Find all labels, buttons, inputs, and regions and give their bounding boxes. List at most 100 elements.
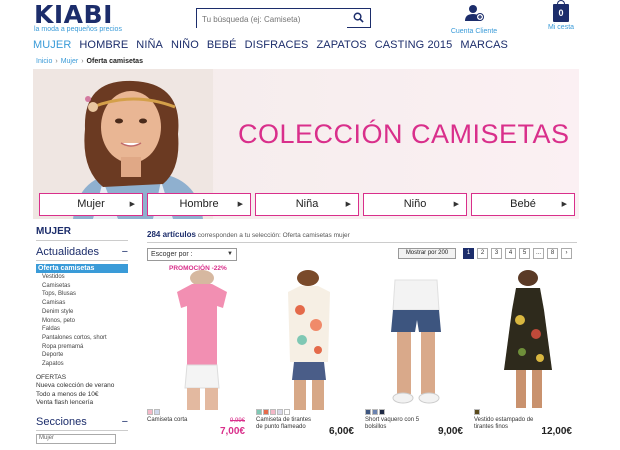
breadcrumb-separator: ›	[55, 58, 58, 65]
play-arrow-icon: ▶	[453, 201, 459, 208]
logo-text: KIABI	[34, 0, 113, 29]
product-price: 7,00€	[219, 426, 245, 437]
account-link[interactable]: Cuenta Cliente	[446, 4, 502, 35]
banner-button-nino[interactable]: Niño ▶	[363, 193, 467, 216]
pagination: 1 2 3 4 5 ... 8 ›	[463, 248, 572, 259]
sidebar-item-active[interactable]: Oferta camisetas	[36, 264, 128, 273]
page-ellipsis: ...	[533, 248, 544, 259]
sidebar-section-label: Actualidades	[36, 246, 99, 258]
search-input[interactable]	[197, 11, 347, 28]
sidebar-item[interactable]: Camisas	[36, 299, 128, 308]
sidebar-item[interactable]: Faldas	[36, 325, 128, 334]
banner-button-nina[interactable]: Niña ▶	[255, 193, 359, 216]
page-button[interactable]: 3	[491, 248, 502, 259]
account-label: Cuenta Cliente	[450, 28, 498, 35]
search-icon[interactable]	[353, 12, 364, 23]
nav-item-mujer[interactable]: MUJER	[33, 39, 71, 51]
product-card[interactable]: PROMOCIÓN -22% Camiseta corta 9,99€ 7,00…	[147, 265, 247, 446]
sidebar-section-actualidades[interactable]: Actualidades −	[36, 246, 128, 261]
banner-button-bebe[interactable]: Bebé ▶	[471, 193, 575, 216]
chevron-down-icon: ▼	[227, 251, 233, 257]
sidebar-item[interactable]: Pantalones cortos, short	[36, 334, 128, 343]
color-swatch[interactable]	[154, 409, 160, 415]
banner-button-label: Bebé	[510, 198, 536, 210]
cart-link[interactable]: 0 Mi cesta	[543, 0, 579, 31]
breadcrumb-home[interactable]: Inicio	[36, 58, 52, 65]
page-button[interactable]: 1	[463, 248, 474, 259]
nav-item-bebe[interactable]: BEBÉ	[207, 39, 237, 51]
breadcrumb-mujer[interactable]: Mujer	[61, 58, 79, 65]
color-swatch[interactable]	[474, 409, 480, 415]
breadcrumb: Inicio › Mujer › Oferta camisetas	[36, 58, 143, 65]
product-card[interactable]: Short vaquero con 5 bolsillos 9,00€	[365, 266, 465, 446]
product-image	[365, 270, 465, 412]
collapse-icon: −	[121, 246, 128, 258]
results-count: 284 artículos	[147, 230, 196, 239]
page-button[interactable]: 5	[519, 248, 530, 259]
product-image	[256, 270, 356, 412]
sidebar-offer-link[interactable]: Nueva colección de verano	[36, 382, 128, 391]
secciones-select[interactable]: Mujer	[36, 433, 116, 444]
color-swatches	[365, 409, 385, 415]
product-name[interactable]: Vestido estampado de tirantes finos	[474, 417, 534, 431]
show-all-button[interactable]: Mostrar por 200	[398, 248, 456, 259]
color-swatch[interactable]	[256, 409, 262, 415]
color-swatch[interactable]	[372, 409, 378, 415]
sidebar-item[interactable]: Camisetas	[36, 282, 128, 291]
page-button[interactable]: 4	[505, 248, 516, 259]
color-swatch[interactable]	[365, 409, 371, 415]
main-nav: MUJER HOMBRE NIÑA NIÑO BEBÉ DISFRACES ZA…	[33, 39, 516, 51]
nav-item-hombre[interactable]: HOMBRE	[79, 39, 128, 51]
sidebar-offer-link[interactable]: Todo a menos de 10€	[36, 391, 128, 400]
nav-item-disfraces[interactable]: DISFRACES	[245, 39, 309, 51]
play-arrow-icon: ▶	[237, 201, 243, 208]
product-name[interactable]: Camiseta corta	[147, 417, 207, 424]
product-card[interactable]: Vestido estampado de tirantes finos 12,0…	[474, 266, 574, 446]
color-swatch[interactable]	[263, 409, 269, 415]
product-price: 9,00€	[437, 426, 463, 437]
header: KIABI la moda a pequeños precios Cuenta …	[0, 0, 620, 38]
breadcrumb-current: Oferta camisetas	[86, 58, 143, 65]
nav-item-nino[interactable]: NIÑO	[171, 39, 199, 51]
nav-item-marcas[interactable]: MARCAS	[460, 39, 508, 51]
color-swatch[interactable]	[379, 409, 385, 415]
color-swatch[interactable]	[147, 409, 153, 415]
promo-badge: PROMOCIÓN -22%	[169, 265, 227, 272]
sidebar-item[interactable]: Denim style	[36, 308, 128, 317]
hero-banner[interactable]: COLECCIÓN CAMISETAS Mujer ▶ Hombre ▶ Niña ▶…	[33, 69, 579, 219]
sidebar-item[interactable]: Zapatos	[36, 360, 128, 369]
color-swatch[interactable]	[277, 409, 283, 415]
nav-item-zapatos[interactable]: ZAPATOS	[316, 39, 366, 51]
logo-tagline: la moda a pequeños precios	[34, 26, 122, 33]
nav-item-casting[interactable]: CASTING 2015	[375, 39, 453, 51]
sidebar-item[interactable]: Vestidos	[36, 273, 128, 282]
results-text: corresponden a tu selección: Oferta cami…	[197, 232, 350, 239]
user-add-icon	[465, 5, 484, 21]
color-swatch[interactable]	[270, 409, 276, 415]
sidebar-title: MUJER	[36, 226, 128, 241]
product-name[interactable]: Camiseta de tirantes de punto flameado	[256, 417, 316, 431]
sidebar: MUJER Actualidades − Oferta camisetas Ves…	[36, 226, 128, 444]
product-image	[147, 270, 247, 412]
sidebar-item[interactable]: Tops, Blusas	[36, 290, 128, 299]
collapse-icon: −	[121, 415, 128, 428]
banner-button-mujer[interactable]: Mujer ▶	[39, 193, 143, 216]
color-swatch[interactable]	[284, 409, 290, 415]
sort-select[interactable]: Escoger por : ▼	[147, 248, 237, 261]
page-button[interactable]: 2	[477, 248, 488, 259]
old-price: 9,99€	[229, 418, 245, 424]
product-card[interactable]: Camiseta de tirantes de punto flameado 6…	[256, 266, 356, 446]
sidebar-offer-link[interactable]: Venta flash lencería	[36, 399, 128, 408]
next-page-button[interactable]: ›	[561, 248, 572, 259]
kiabi-logo[interactable]: KIABI la moda a pequeños precios	[34, 0, 122, 33]
sidebar-section-secciones[interactable]: Secciones −	[36, 416, 128, 431]
page-button[interactable]: 8	[547, 248, 558, 259]
sidebar-item[interactable]: Deporte	[36, 351, 128, 360]
sidebar-item[interactable]: Ropa premamá	[36, 343, 128, 352]
product-name[interactable]: Short vaquero con 5 bolsillos	[365, 417, 425, 431]
nav-item-nina[interactable]: NIÑA	[136, 39, 163, 51]
cart-label: Mi cesta	[547, 24, 575, 31]
banner-button-hombre[interactable]: Hombre ▶	[147, 193, 251, 216]
sidebar-item[interactable]: Monos, peto	[36, 317, 128, 326]
play-arrow-icon: ▶	[561, 201, 567, 208]
